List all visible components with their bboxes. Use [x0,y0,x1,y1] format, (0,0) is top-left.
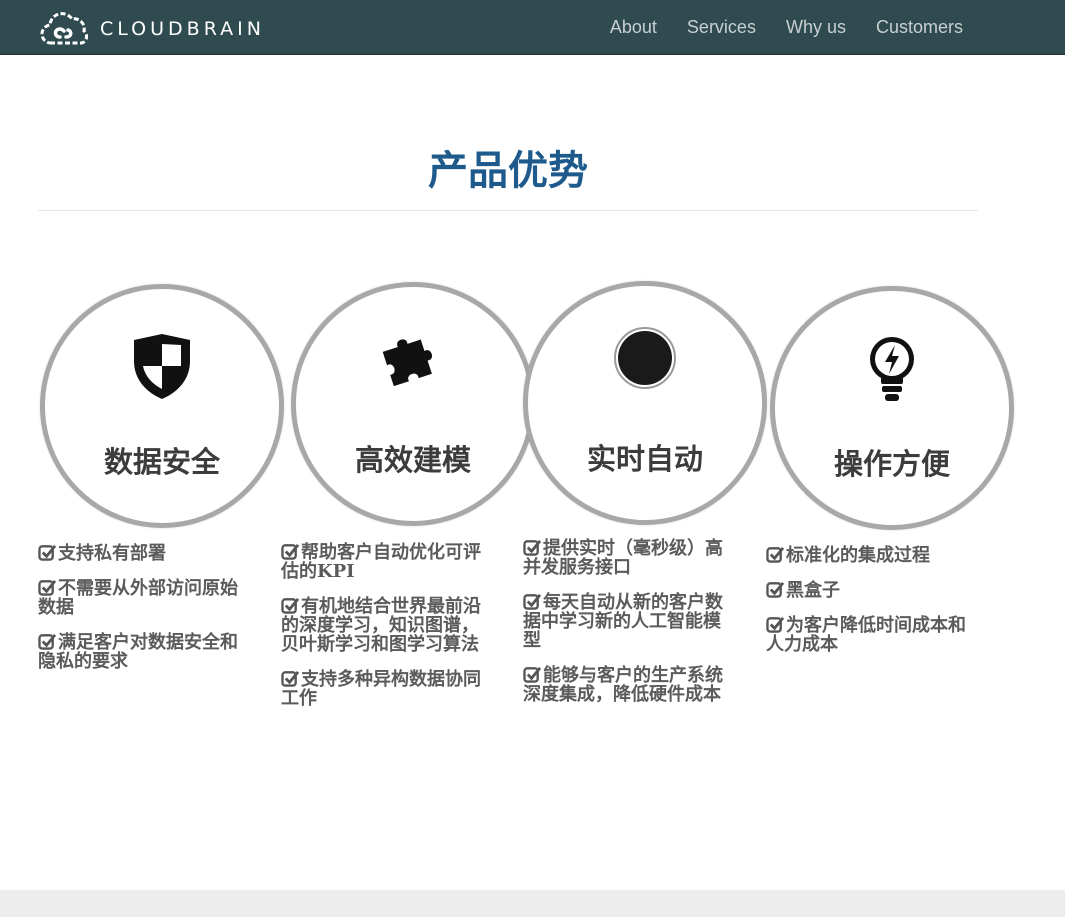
feature-circle-modeling: 高效建模 [291,282,535,526]
list-item: 提供实时（毫秒级）高并发服务接口 [523,538,723,578]
check-square-icon [523,539,542,556]
list-item: 能够与客户的生产系统深度集成，降低硬件成本 [523,665,723,705]
cloud-brain-icon [40,12,89,45]
section-divider [38,210,978,211]
puzzle-icon [382,339,433,387]
nav-link-customers[interactable]: Customers [876,17,963,38]
feature-list-realtime: 提供实时（毫秒级）高并发服务接口 每天自动从新的客户数据中学习新的人工智能模型 … [523,539,728,720]
list-item: 帮助客户自动优化可评估的KPI [281,542,481,582]
check-square-icon [38,579,57,596]
feature-circle-ease: 操作方便 [770,286,1014,530]
feature-list-ease: 标准化的集成过程 黑盒子 为客户降低时间成本和人力成本 [766,546,971,670]
section-title: 产品优势 [428,148,588,194]
feature-title: 操作方便 [833,447,950,481]
brand-name: CLOUDBRAIN [100,18,265,40]
lightbulb-icon [870,337,914,401]
list-item: 满足客户对数据安全和隐私的要求 [38,632,238,672]
feature-title: 实时自动 [586,442,703,476]
feature-circle-security: 数据安全 [40,284,284,528]
list-item: 支持私有部署 [38,544,243,563]
list-item: 每天自动从新的客户数据中学习新的人工智能模型 [523,592,723,651]
check-square-icon [523,666,542,683]
main-nav: About Services Why us Customers [580,0,963,54]
check-square-icon [766,546,785,563]
feature-title: 高效建模 [354,443,471,477]
feature-list-modeling: 帮助客户自动优化可评估的KPI 有机地结合世界最前沿的深度学习，知识图谱，贝叶斯… [281,543,486,724]
feature-title: 数据安全 [103,445,220,479]
check-square-icon [281,543,300,560]
list-item: 不需要从外部访问原始数据 [38,578,238,618]
nav-link-services[interactable]: Services [687,17,756,38]
brand-logo[interactable]: CLOUDBRAIN [38,9,265,49]
nav-link-why-us[interactable]: Why us [786,17,846,38]
nav-link-about[interactable]: About [610,17,657,38]
footer-bar [0,890,1065,917]
list-item: 黑盒子 [766,581,971,600]
check-square-icon [281,670,300,687]
list-item: 支持多种异构数据协同工作 [281,669,481,709]
check-square-icon [38,633,57,650]
navbar: CLOUDBRAIN About Services Why us Custome… [0,0,1065,55]
list-item: 有机地结合世界最前沿的深度学习，知识图谱，贝叶斯学习和图学习算法 [281,596,481,655]
record-icon [614,327,676,389]
check-square-icon [766,616,785,633]
feature-list-security: 支持私有部署 不需要从外部访问原始数据 满足客户对数据安全和隐私的要求 [38,544,243,687]
check-square-icon [523,593,542,610]
check-square-icon [766,581,785,598]
feature-circle-realtime: 实时自动 [523,281,767,525]
list-item: 标准化的集成过程 [766,546,971,565]
check-square-icon [281,597,300,614]
check-square-icon [38,544,57,561]
shield-icon [134,334,190,399]
list-item: 为客户降低时间成本和人力成本 [766,615,966,655]
